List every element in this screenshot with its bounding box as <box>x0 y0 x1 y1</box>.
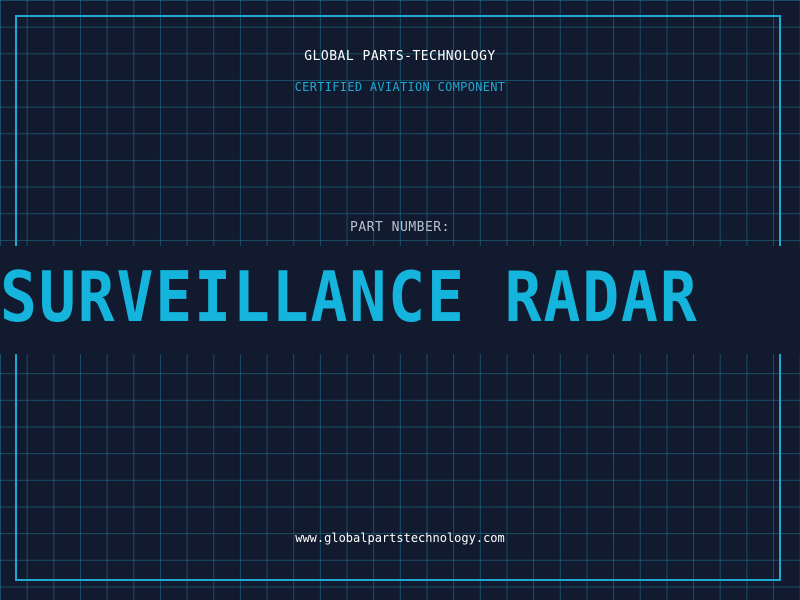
part-number-label: PART NUMBER: <box>350 220 450 235</box>
tagline: CERTIFIED AVIATION COMPONENT <box>294 80 506 94</box>
brand-name: GLOBAL PARTS-TECHNOLOGY <box>304 49 496 64</box>
part-number-banner: SURVEILLANCE RADAR <box>0 246 800 354</box>
part-number-value: SURVEILLANCE RADAR <box>0 257 699 338</box>
website-link[interactable]: www.globalpartstechnology.com <box>0 531 800 545</box>
